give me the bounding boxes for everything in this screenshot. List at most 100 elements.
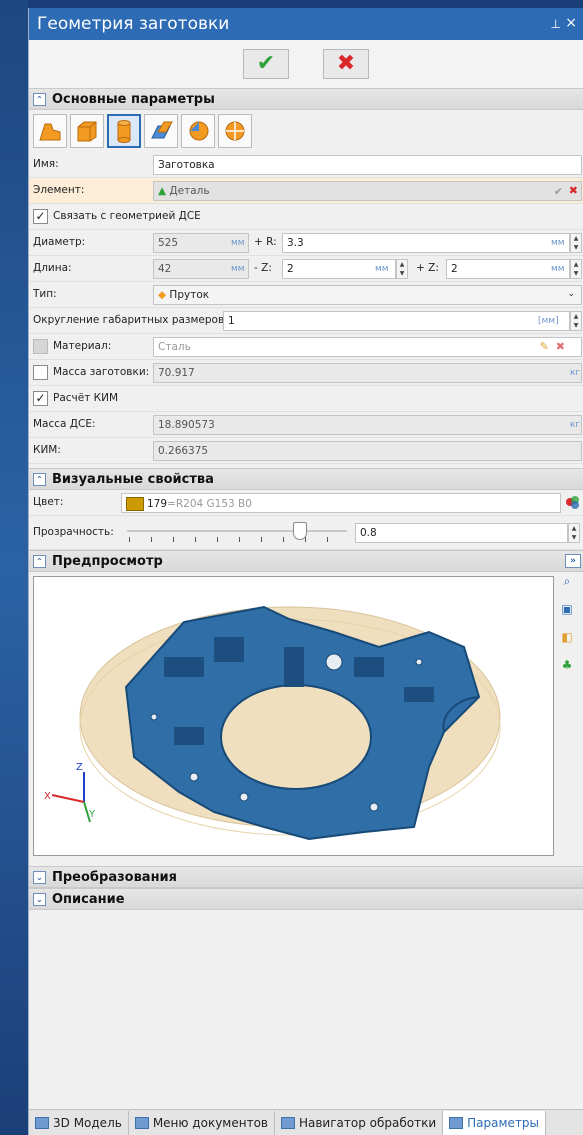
ok-button[interactable]: ✔ [243, 49, 289, 79]
panel-titlebar: Геометрия заготовки ⊥ × [29, 8, 583, 40]
diameter-label: Диаметр: [33, 236, 86, 248]
collapse-icon[interactable]: ⌃ [33, 472, 46, 486]
length-unit: мм [231, 264, 245, 274]
rounding-spinner[interactable]: ▲ ▼ [570, 311, 582, 331]
view-front-icon[interactable]: ▣ [559, 602, 575, 618]
transparency-row: Прозрачность: 0.8 ▲ ▼ [29, 516, 583, 550]
revolve-shape-icon [189, 121, 209, 141]
preview-viewport[interactable]: Z X Y [33, 576, 554, 856]
name-row: Имя: Заготовка [29, 152, 583, 178]
part-mass-row: Масса ДСЕ: 18.890573 кг [29, 412, 583, 438]
tab-machining-navigator[interactable]: Навигатор обработки [275, 1110, 444, 1135]
preview-area: Z X Y ⌕ ▣ ◧ ♣ [29, 572, 583, 862]
transparency-track [127, 530, 347, 532]
axis-y-label: Y [88, 809, 96, 820]
close-icon[interactable]: × [565, 15, 577, 31]
blank-mass-field: 70.917 [153, 363, 582, 383]
tab-documents-menu[interactable]: Меню документов [129, 1110, 275, 1135]
r-input[interactable]: 3.3 [282, 233, 570, 253]
blank-shape-toolbar [29, 110, 583, 152]
material-field[interactable]: Сталь [153, 337, 582, 357]
tab-3d-model[interactable]: 3D Модель [29, 1110, 129, 1135]
section-preview[interactable]: ⌃ Предпросмотр » [29, 550, 583, 572]
box-shape-icon [77, 121, 97, 142]
diameter-row: Диаметр: 525 мм + R: 3.3 мм ▲ ▼ [29, 230, 583, 256]
expand-right-icon[interactable]: » [565, 554, 581, 568]
name-input[interactable]: Заготовка [153, 155, 582, 175]
expand-icon[interactable]: ⌄ [33, 892, 46, 906]
clear-x-icon[interactable]: ✖ [569, 184, 578, 197]
minus-z-spinner[interactable]: ▲ ▼ [396, 259, 408, 279]
r-spinner[interactable]: ▲ ▼ [570, 233, 582, 253]
cylinder-shape-icon [117, 120, 131, 143]
display-mode-icon[interactable]: ♣ [559, 658, 575, 674]
material-checkbox[interactable] [33, 339, 48, 354]
contour-shape-icon [39, 123, 61, 141]
blank-mass-checkbox[interactable] [33, 365, 48, 380]
color-label: Цвет: [33, 496, 64, 508]
extrude-shape-icon [151, 121, 173, 139]
type-row: Тип: ◆ Пруток ⌄ [29, 282, 583, 308]
pin-icon[interactable]: ⊥ [551, 17, 561, 31]
tab-parameters[interactable]: Параметры [443, 1110, 547, 1135]
section-title: Основные параметры [52, 91, 215, 107]
tab-label: Навигатор обработки [298, 1115, 437, 1130]
color-swatch [126, 497, 144, 511]
blank-geometry-panel: Геометрия заготовки ⊥ × ✔ ✖ ⌃ Основные п… [28, 8, 583, 1135]
transparency-slider-thumb[interactable] [293, 522, 307, 540]
type-select[interactable]: ◆ Пруток [153, 285, 582, 305]
rounding-label: Округление габаритных размеров: [33, 314, 228, 326]
length-label: Длина: [33, 262, 72, 274]
expand-icon[interactable]: ⌄ [33, 870, 46, 884]
color-picker[interactable]: 179=R204 G153 B0 [121, 493, 561, 513]
view-iso-icon[interactable]: ◧ [559, 630, 575, 646]
shape-contour-button[interactable] [33, 114, 67, 148]
section-transform[interactable]: ⌄ Преобразования [29, 866, 583, 888]
chevron-down-icon[interactable]: ⌄ [567, 289, 575, 299]
material-label: Материал: [53, 340, 112, 352]
calc-kim-checkbox[interactable]: ✓ [33, 391, 48, 406]
shape-revolve-button[interactable] [181, 114, 215, 148]
shape-extrude-button[interactable] [144, 114, 178, 148]
rounding-input[interactable]: 1 [223, 311, 570, 331]
element-row: Элемент: ▲ Деталь ✔ ✖ [29, 178, 583, 204]
cancel-button[interactable]: ✖ [323, 49, 369, 79]
section-main-params[interactable]: ⌃ Основные параметры [29, 88, 583, 110]
element-field[interactable]: ▲ Деталь [153, 181, 582, 201]
zoom-icon[interactable]: ⌕ [559, 574, 575, 590]
section-description[interactable]: ⌄ Описание [29, 888, 583, 910]
plus-z-unit: мм [551, 264, 565, 274]
element-label: Элемент: [33, 184, 85, 196]
plus-z-spinner[interactable]: ▲ ▼ [570, 259, 582, 279]
section-visual-props[interactable]: ⌃ Визуальные свойства [29, 468, 583, 490]
shape-box-button[interactable] [70, 114, 104, 148]
collapse-icon[interactable]: ⌃ [33, 92, 46, 106]
material-row: Материал: Сталь ✎ ✖ [29, 334, 583, 360]
palette-icon[interactable] [565, 495, 581, 512]
shape-cylinder-button[interactable] [107, 114, 141, 148]
bottom-tab-bar: 3D Модель Меню документов Навигатор обра… [29, 1109, 583, 1135]
blank-mass-label: Масса заготовки: [53, 366, 150, 378]
transparency-input[interactable]: 0.8 [355, 523, 568, 543]
link-geometry-row: ✓ Связать с геометрией ДСЕ [29, 204, 583, 230]
part-mass-unit: кг [570, 420, 581, 430]
left-background-strip [0, 0, 28, 1135]
color-row: Цвет: 179=R204 G153 B0 [29, 490, 583, 516]
transparency-spinner[interactable]: ▲ ▼ [568, 523, 580, 543]
section-title: Визуальные свойства [52, 471, 214, 487]
transparency-label: Прозрачность: [33, 526, 114, 538]
axis-x-label: X [44, 791, 51, 802]
apply-check-icon[interactable]: ✔ [554, 185, 563, 198]
name-label: Имя: [33, 158, 59, 170]
color-index: 179 [147, 498, 168, 510]
link-geometry-checkbox[interactable]: ✓ [33, 209, 48, 224]
kim-field: 0.266375 [153, 441, 582, 461]
shape-sphere-button[interactable] [218, 114, 252, 148]
length-row: Длина: 42 мм - Z: 2 мм ▲ ▼ + Z: 2 мм ▲ ▼ [29, 256, 583, 282]
clear-material-icon[interactable]: ✖ [556, 340, 565, 353]
tab-label: Параметры [467, 1115, 540, 1130]
parameters-icon [449, 1116, 464, 1129]
section-title: Преобразования [52, 869, 178, 885]
pick-material-icon[interactable]: ✎ [540, 340, 549, 353]
collapse-icon[interactable]: ⌃ [33, 554, 46, 568]
